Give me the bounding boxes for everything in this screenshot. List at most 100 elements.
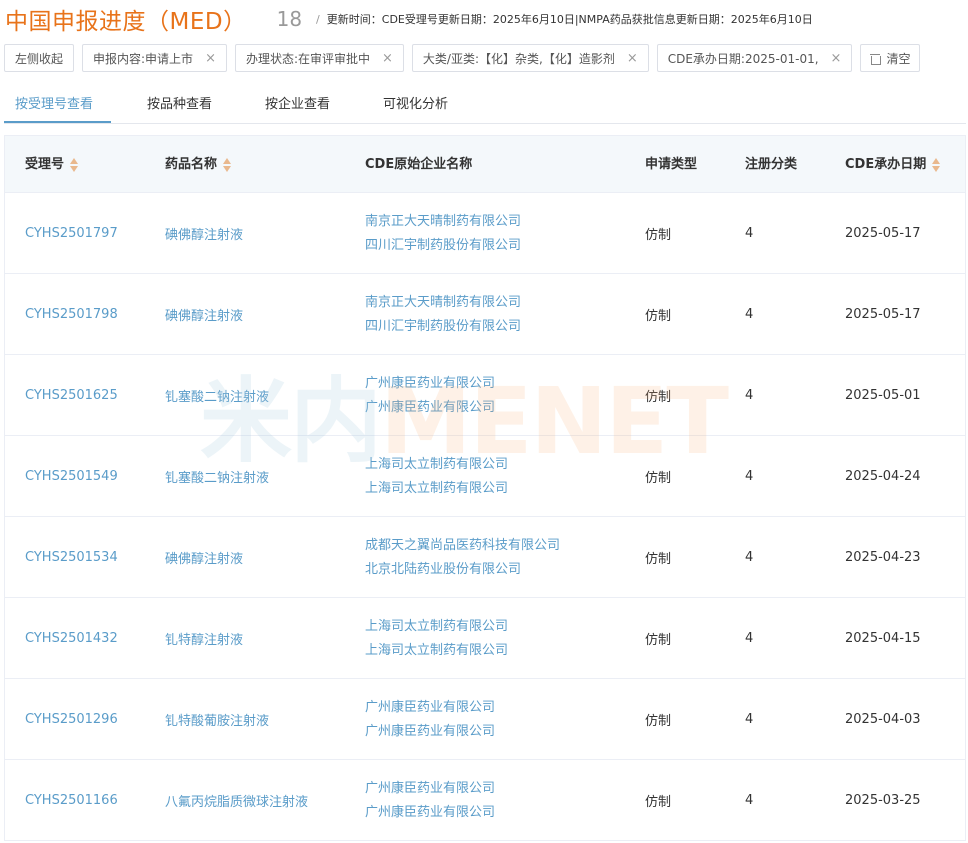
close-icon[interactable]: × [382, 51, 393, 66]
tab-by-company[interactable]: 按企业查看 [265, 86, 330, 124]
filter-chip-status[interactable]: 办理状态:在审评审批中 × [234, 44, 404, 72]
company-link[interactable]: 广州康臣药业有限公司 [365, 720, 495, 744]
page-header: 中国申报进度（MED） 18 / 更新时间：CDE受理号更新日期：2025年6月… [5, 0, 813, 38]
clear-filters-label: 清空 [886, 51, 911, 66]
drug-name-link[interactable]: 钆特酸葡胺注射液 [165, 710, 269, 729]
registration-class: 4 [745, 712, 754, 727]
application-type: 仿制 [645, 714, 672, 729]
filter-chip-label: 办理状态:在审评审批中 [245, 51, 371, 66]
company-link[interactable]: 广州康臣药业有限公司 [365, 801, 495, 825]
close-icon[interactable]: × [831, 51, 842, 66]
table-row[interactable]: CYHS2501798 碘佛醇注射液 南京正大天晴制药有限公司 四川汇宇制药股份有限公… [5, 274, 965, 355]
column-label: 受理号 [25, 157, 65, 172]
registration-class: 4 [745, 631, 754, 646]
column-header-drug-name[interactable]: 药品名称 [165, 136, 232, 193]
cde-date: 2025-04-15 [845, 631, 921, 646]
drug-name-link[interactable]: 钆塞酸二钠注射液 [165, 467, 269, 486]
cde-date: 2025-04-03 [845, 712, 921, 727]
cde-date: 2025-04-23 [845, 550, 921, 565]
company-link[interactable]: 上海司太立制药有限公司 [365, 615, 508, 639]
sort-icon[interactable] [70, 157, 79, 173]
acceptance-no-link[interactable]: CYHS2501432 [25, 631, 118, 646]
table-row[interactable]: CYHS2501432 钆特醇注射液 上海司太立制药有限公司 上海司太立制药有限公司仿… [5, 598, 965, 679]
clear-filters-button[interactable]: 清空 [860, 44, 921, 72]
table-body: CYHS2501797 碘佛醇注射液 南京正大天晴制药有限公司 四川汇宇制药股份有限公… [5, 193, 965, 841]
company-link[interactable]: 广州康臣药业有限公司 [365, 777, 495, 801]
drug-name-link[interactable]: 钆特醇注射液 [165, 629, 243, 648]
table-row[interactable]: CYHS2501534 碘佛醇注射液 成都天之翼尚品医药科技有限公司 北京北陆药业股份… [5, 517, 965, 598]
company-link[interactable]: 广州康臣药业有限公司 [365, 696, 495, 720]
column-header-registration-class: 注册分类 [745, 136, 797, 193]
company-link[interactable]: 四川汇宇制药股份有限公司 [365, 315, 521, 339]
table-row[interactable]: CYHS2501166 八氟丙烷脂质微球注射液 广州康臣药业有限公司 广州康臣药业有限… [5, 760, 965, 841]
sort-icon[interactable] [223, 157, 232, 173]
registration-class: 4 [745, 469, 754, 484]
application-type: 仿制 [645, 228, 672, 243]
application-type: 仿制 [645, 471, 672, 486]
view-tabs: 按受理号查看 按品种查看 按企业查看 可视化分析 [4, 86, 966, 124]
cde-date: 2025-04-24 [845, 469, 921, 484]
tab-visual-analysis[interactable]: 可视化分析 [383, 86, 448, 124]
acceptance-no-link[interactable]: CYHS2501549 [25, 469, 118, 484]
company-link[interactable]: 北京北陆药业股份有限公司 [365, 558, 560, 582]
acceptance-no-link[interactable]: CYHS2501798 [25, 307, 118, 322]
application-type: 仿制 [645, 552, 672, 567]
column-header-acceptance-no[interactable]: 受理号 [25, 136, 79, 193]
cde-date: 2025-03-25 [845, 793, 921, 808]
filter-chip-date[interactable]: CDE承办日期:2025-01-01, × [656, 44, 853, 72]
cde-date: 2025-05-17 [845, 226, 921, 241]
registration-class: 4 [745, 307, 754, 322]
column-label: 药品名称 [165, 157, 218, 172]
drug-name-link[interactable]: 碘佛醇注射液 [165, 224, 243, 243]
filter-chip-label: CDE承办日期:2025-01-01, [667, 51, 819, 66]
tab-by-acceptance-no[interactable]: 按受理号查看 [15, 86, 93, 124]
results-table: 受理号 药品名称 CDE原始企业名称 申请类型 注册分类 CDE承办日期 CYH… [4, 135, 966, 841]
filter-chip-label: 大类/亚类:【化】杂类,【化】造影剂 [422, 51, 615, 66]
close-icon[interactable]: × [205, 51, 216, 66]
company-link[interactable]: 上海司太立制药有限公司 [365, 453, 508, 477]
registration-class: 4 [745, 793, 754, 808]
result-count: 18 [276, 7, 303, 31]
company-link[interactable]: 南京正大天晴制药有限公司 [365, 210, 521, 234]
table-row[interactable]: CYHS2501549 钆塞酸二钠注射液 上海司太立制药有限公司 上海司太立制药有限公… [5, 436, 965, 517]
drug-name-link[interactable]: 碘佛醇注射液 [165, 305, 243, 324]
filter-chip-content[interactable]: 申报内容:申请上市 × [82, 44, 227, 72]
collapse-sidebar-button[interactable]: 左侧收起 [4, 44, 75, 72]
sort-icon[interactable] [932, 157, 941, 173]
acceptance-no-link[interactable]: CYHS2501534 [25, 550, 118, 565]
table-header: 受理号 药品名称 CDE原始企业名称 申请类型 注册分类 CDE承办日期 [5, 136, 965, 193]
filter-chip-category[interactable]: 大类/亚类:【化】杂类,【化】造影剂 × [411, 44, 649, 72]
update-info: 更新时间：CDE受理号更新日期：2025年6月10日|NMPA药品获批信息更新日… [326, 13, 813, 26]
page-title: 中国申报进度（MED） [5, 9, 247, 35]
column-label: 申请类型 [645, 157, 698, 172]
drug-name-link[interactable]: 碘佛醇注射液 [165, 548, 243, 567]
column-header-company: CDE原始企业名称 [365, 136, 472, 193]
table-row[interactable]: CYHS2501625 钆塞酸二钠注射液 广州康臣药业有限公司 广州康臣药业有限公司仿… [5, 355, 965, 436]
drug-name-link[interactable]: 八氟丙烷脂质微球注射液 [165, 791, 308, 810]
table-row[interactable]: CYHS2501797 碘佛醇注射液 南京正大天晴制药有限公司 四川汇宇制药股份有限公… [5, 193, 965, 274]
drug-name-link[interactable]: 钆塞酸二钠注射液 [165, 386, 269, 405]
cde-date: 2025-05-01 [845, 388, 921, 403]
company-link[interactable]: 南京正大天晴制药有限公司 [365, 291, 521, 315]
header-separator: / [316, 12, 320, 26]
close-icon[interactable]: × [627, 51, 638, 66]
column-label: CDE承办日期 [845, 157, 927, 172]
acceptance-no-link[interactable]: CYHS2501296 [25, 712, 118, 727]
company-link[interactable]: 上海司太立制药有限公司 [365, 477, 508, 501]
filter-chip-label: 申报内容:申请上市 [93, 51, 194, 66]
company-link[interactable]: 广州康臣药业有限公司 [365, 372, 495, 396]
table-row[interactable]: CYHS2501296 钆特酸葡胺注射液 广州康臣药业有限公司 广州康臣药业有限公司仿… [5, 679, 965, 760]
acceptance-no-link[interactable]: CYHS2501625 [25, 388, 118, 403]
column-label: 注册分类 [745, 157, 798, 172]
trash-icon [870, 53, 882, 65]
tab-by-drug[interactable]: 按品种查看 [147, 86, 212, 124]
company-link[interactable]: 成都天之翼尚品医药科技有限公司 [365, 534, 560, 558]
company-link[interactable]: 上海司太立制药有限公司 [365, 639, 508, 663]
column-label: CDE原始企业名称 [365, 157, 473, 172]
page: 中国申报进度（MED） 18 / 更新时间：CDE受理号更新日期：2025年6月… [0, 0, 968, 843]
acceptance-no-link[interactable]: CYHS2501166 [25, 793, 118, 808]
acceptance-no-link[interactable]: CYHS2501797 [25, 226, 118, 241]
company-link[interactable]: 广州康臣药业有限公司 [365, 396, 495, 420]
column-header-cde-date[interactable]: CDE承办日期 [845, 136, 941, 193]
company-link[interactable]: 四川汇宇制药股份有限公司 [365, 234, 521, 258]
